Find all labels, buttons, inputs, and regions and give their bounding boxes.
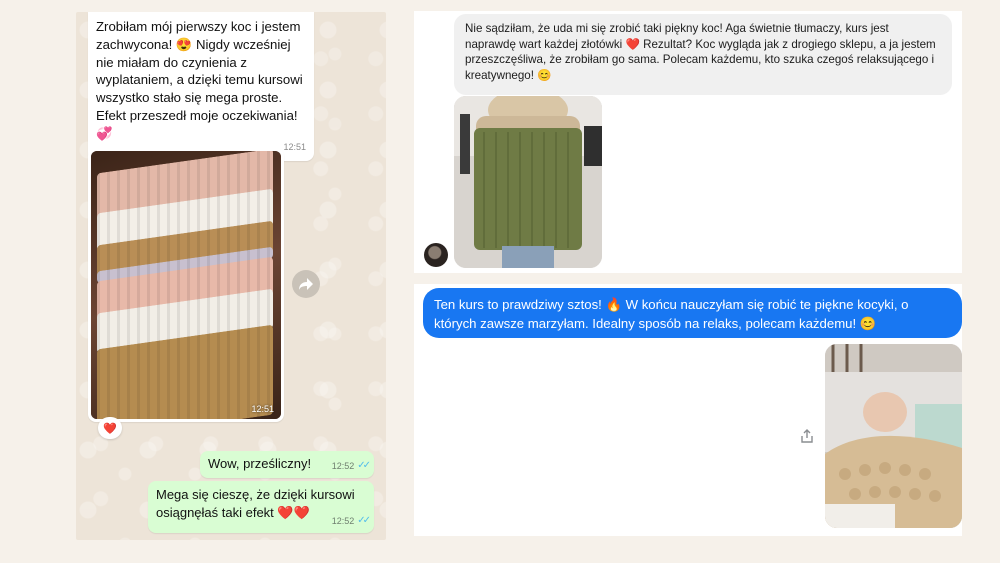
reviewer-avatar[interactable] (424, 243, 448, 267)
message-time: 12:52 (331, 516, 355, 526)
forward-icon (299, 278, 313, 290)
baby-under-blanket-image (825, 344, 962, 528)
message-meta: 12:52 ✓✓ (331, 457, 371, 475)
person-holding-blanket-image (454, 96, 602, 268)
green-blanket-photo[interactable] (454, 96, 602, 268)
outgoing-message-bubble: Mega się cieszę, że dzięki kursowi osiąg… (148, 481, 374, 533)
read-ticks-icon: ✓✓ (357, 460, 371, 471)
forward-button[interactable] (292, 270, 320, 298)
heart-reaction[interactable]: ❤️ (98, 417, 122, 439)
review-panel-top: Nie sądziłam, że uda mi się zrobić taki … (414, 11, 962, 273)
review-message-text: Nie sądziłam, że uda mi się zrobić taki … (465, 22, 936, 82)
review-panel-bottom: Ten kurs to prawdziwy sztos! 🔥 W końcu n… (414, 284, 962, 536)
messenger-message-text: Ten kurs to prawdziwy sztos! 🔥 W końcu n… (434, 297, 909, 331)
blanket-photo-message[interactable]: 12:51 (88, 148, 284, 422)
review-message-bubble: Nie sądziłam, że uda mi się zrobić taki … (454, 14, 952, 95)
whatsapp-chat-panel: Zrobiłam mój pierwszy koc i jestem zachw… (76, 12, 386, 540)
message-time: 12:52 (331, 461, 355, 471)
share-button[interactable] (799, 428, 815, 444)
read-ticks-icon: ✓✓ (357, 515, 371, 526)
outgoing-message-text: Mega się cieszę, że dzięki kursowi osiąg… (156, 487, 355, 520)
incoming-message-text: Zrobiłam mój pierwszy koc i jestem zachw… (96, 19, 303, 141)
message-time: 12:51 (283, 141, 306, 152)
messenger-message-bubble: Ten kurs to prawdziwy sztos! 🔥 W końcu n… (423, 288, 962, 338)
outgoing-message-text: Wow, prześliczny! (208, 456, 312, 471)
outgoing-message-bubble: Wow, prześliczny! 12:52 ✓✓ (200, 451, 374, 478)
photo-time: 12:51 (251, 404, 274, 414)
share-icon (801, 429, 813, 443)
baby-blanket-photo[interactable] (825, 344, 962, 528)
brown-pink-blanket-image (91, 151, 281, 419)
incoming-message-bubble: Zrobiłam mój pierwszy koc i jestem zachw… (88, 12, 314, 161)
message-meta: 12:52 ✓✓ (331, 512, 371, 530)
